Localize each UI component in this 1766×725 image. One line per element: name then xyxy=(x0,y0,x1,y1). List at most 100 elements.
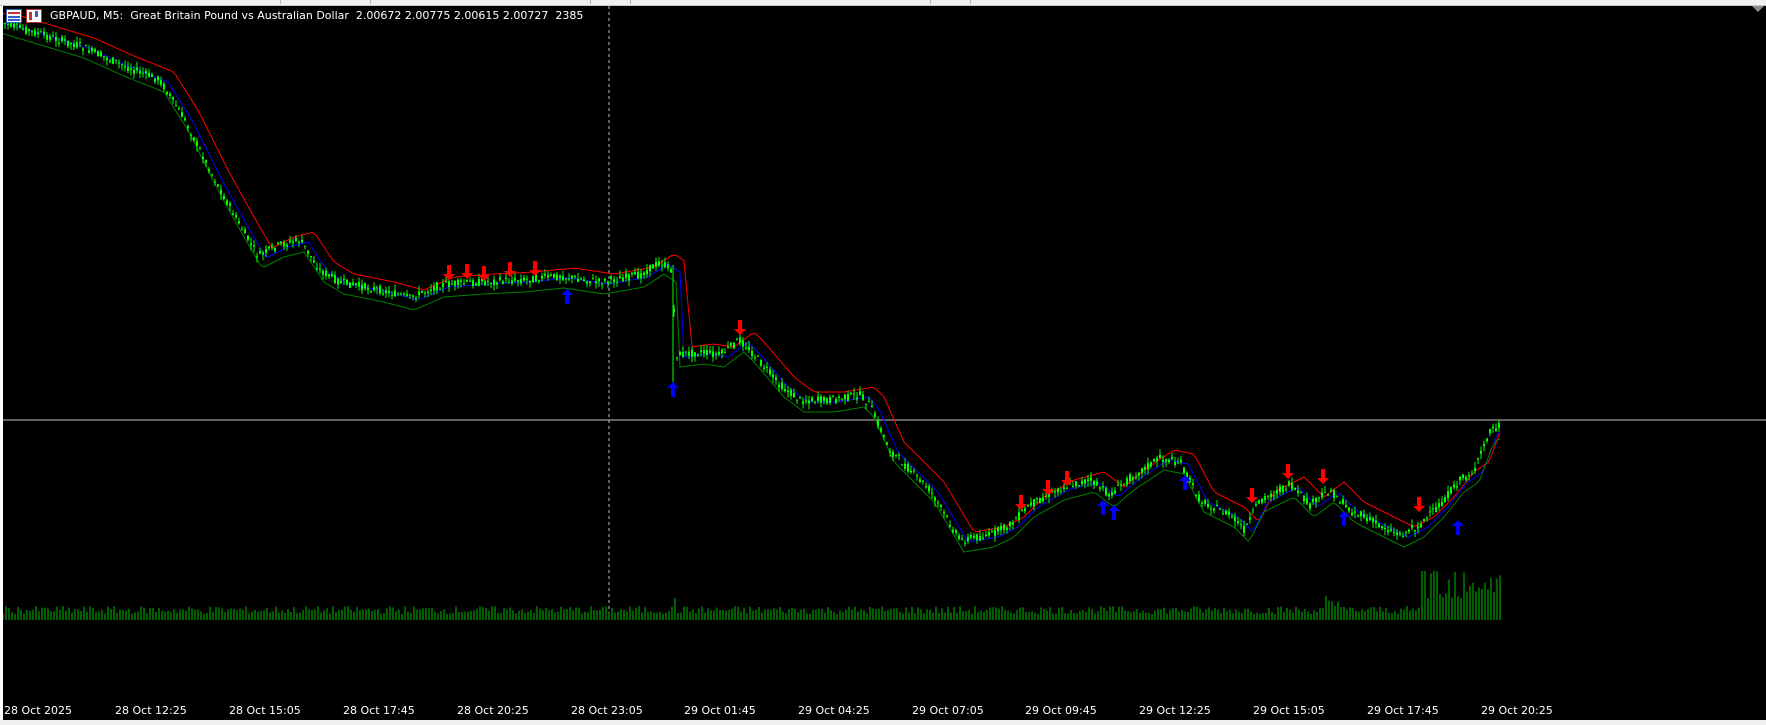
candle-body xyxy=(1318,497,1320,499)
candle-body xyxy=(436,282,438,291)
candle-body xyxy=(133,69,135,74)
price-chart-canvas[interactable] xyxy=(3,6,1766,720)
candle-body xyxy=(808,400,810,404)
chart-tab[interactable] xyxy=(540,0,591,4)
candle-body xyxy=(523,277,525,281)
candle-body xyxy=(289,240,291,243)
candle-body xyxy=(841,398,843,400)
candle-body xyxy=(1225,510,1227,515)
candle-body xyxy=(994,529,996,536)
candle-body xyxy=(283,242,285,247)
sell-arrow-icon xyxy=(1317,469,1329,484)
chart-window[interactable]: GBPAUD, M5: Great Britain Pound vs Austr… xyxy=(0,0,1766,725)
candle-body xyxy=(625,273,627,279)
candle-body xyxy=(328,274,330,277)
candle-body xyxy=(1195,494,1197,496)
candle-body xyxy=(868,401,870,403)
candle-body xyxy=(1015,518,1017,520)
candle-body xyxy=(1234,516,1236,522)
chart-tab[interactable] xyxy=(890,0,931,4)
candle-body xyxy=(889,451,891,453)
candle-body xyxy=(859,391,861,395)
candle-body xyxy=(1489,429,1491,434)
candle-body xyxy=(1396,532,1398,535)
candle-body xyxy=(715,353,717,355)
candle-body xyxy=(658,261,660,266)
candle-body xyxy=(598,278,600,282)
candle-body xyxy=(223,195,225,200)
candle-body xyxy=(202,156,204,160)
candle-body xyxy=(712,351,714,358)
candle-body xyxy=(637,271,639,279)
candle-body xyxy=(1390,529,1392,531)
candle-body xyxy=(985,534,987,536)
symbol-description: Great Britain Pound vs Australian Dollar xyxy=(130,8,349,22)
buy-arrow-icon xyxy=(561,289,573,304)
candle-body xyxy=(373,287,375,291)
candle-body xyxy=(325,270,327,276)
candle-body xyxy=(295,237,297,241)
candle-body xyxy=(1036,497,1038,500)
candle-body xyxy=(1486,438,1488,442)
candle-body xyxy=(622,277,624,282)
candle-body xyxy=(970,535,972,538)
candle-body xyxy=(823,397,825,401)
candle-body xyxy=(1309,503,1311,509)
candle-body xyxy=(463,283,465,285)
candle-body xyxy=(1177,462,1179,464)
candle-body xyxy=(1372,518,1374,523)
time-axis-label: 28 Oct 12:25 xyxy=(115,704,187,717)
candle-body xyxy=(214,181,216,183)
candle-body xyxy=(316,267,318,270)
candle-body xyxy=(502,281,504,284)
candle-body xyxy=(1438,503,1440,508)
candle-body xyxy=(1147,463,1149,470)
chart-tab[interactable] xyxy=(220,0,281,4)
upper-band-line xyxy=(3,13,1501,533)
candle-body xyxy=(811,397,813,402)
chart-shift-marker-icon[interactable] xyxy=(1752,6,1764,12)
candle-body xyxy=(334,275,336,283)
candle-body xyxy=(1363,513,1365,518)
candle-body xyxy=(1450,487,1452,494)
candle-body xyxy=(961,538,963,540)
candle-body xyxy=(94,49,96,52)
chart-tab[interactable] xyxy=(600,0,631,4)
candle-body xyxy=(790,389,792,396)
symbol-timeframe: GBPAUD, M5: xyxy=(50,8,124,22)
chart-tab[interactable] xyxy=(940,0,971,4)
candle-body xyxy=(187,125,189,128)
candle-body xyxy=(652,264,654,269)
candle-body xyxy=(1123,483,1125,485)
time-axis-label: 29 Oct 09:45 xyxy=(1025,704,1097,717)
candle-body xyxy=(1204,499,1206,504)
chart-tab[interactable] xyxy=(290,0,371,4)
candle-body xyxy=(1393,532,1395,534)
candle-body xyxy=(1129,474,1131,482)
chart-bottom-border xyxy=(0,720,1766,725)
candle-body xyxy=(472,280,474,287)
candle-body xyxy=(799,396,801,398)
candle-body xyxy=(1210,508,1212,510)
price-chart-area[interactable] xyxy=(3,6,1766,720)
candle-body xyxy=(964,542,966,544)
candle-body xyxy=(70,42,72,44)
candle-body xyxy=(1114,490,1116,494)
candle-body xyxy=(1279,486,1281,493)
candle-body xyxy=(1021,510,1023,512)
candle-body xyxy=(1246,523,1248,525)
candle-chart-icon[interactable] xyxy=(26,8,42,23)
candle-body xyxy=(505,277,507,280)
candle-body xyxy=(1297,490,1299,494)
candle-body xyxy=(778,384,780,388)
candle-body xyxy=(610,276,612,279)
candle-body xyxy=(1300,492,1302,494)
candle-body xyxy=(25,27,27,34)
chart-window-icon[interactable] xyxy=(6,8,22,23)
time-axis-label: 29 Oct 20:25 xyxy=(1481,704,1553,717)
candle-body xyxy=(553,273,555,278)
candle-body xyxy=(1060,490,1062,492)
time-axis-label: 29 Oct 15:05 xyxy=(1253,704,1325,717)
candle-body xyxy=(940,505,942,508)
candle-body xyxy=(829,397,831,403)
